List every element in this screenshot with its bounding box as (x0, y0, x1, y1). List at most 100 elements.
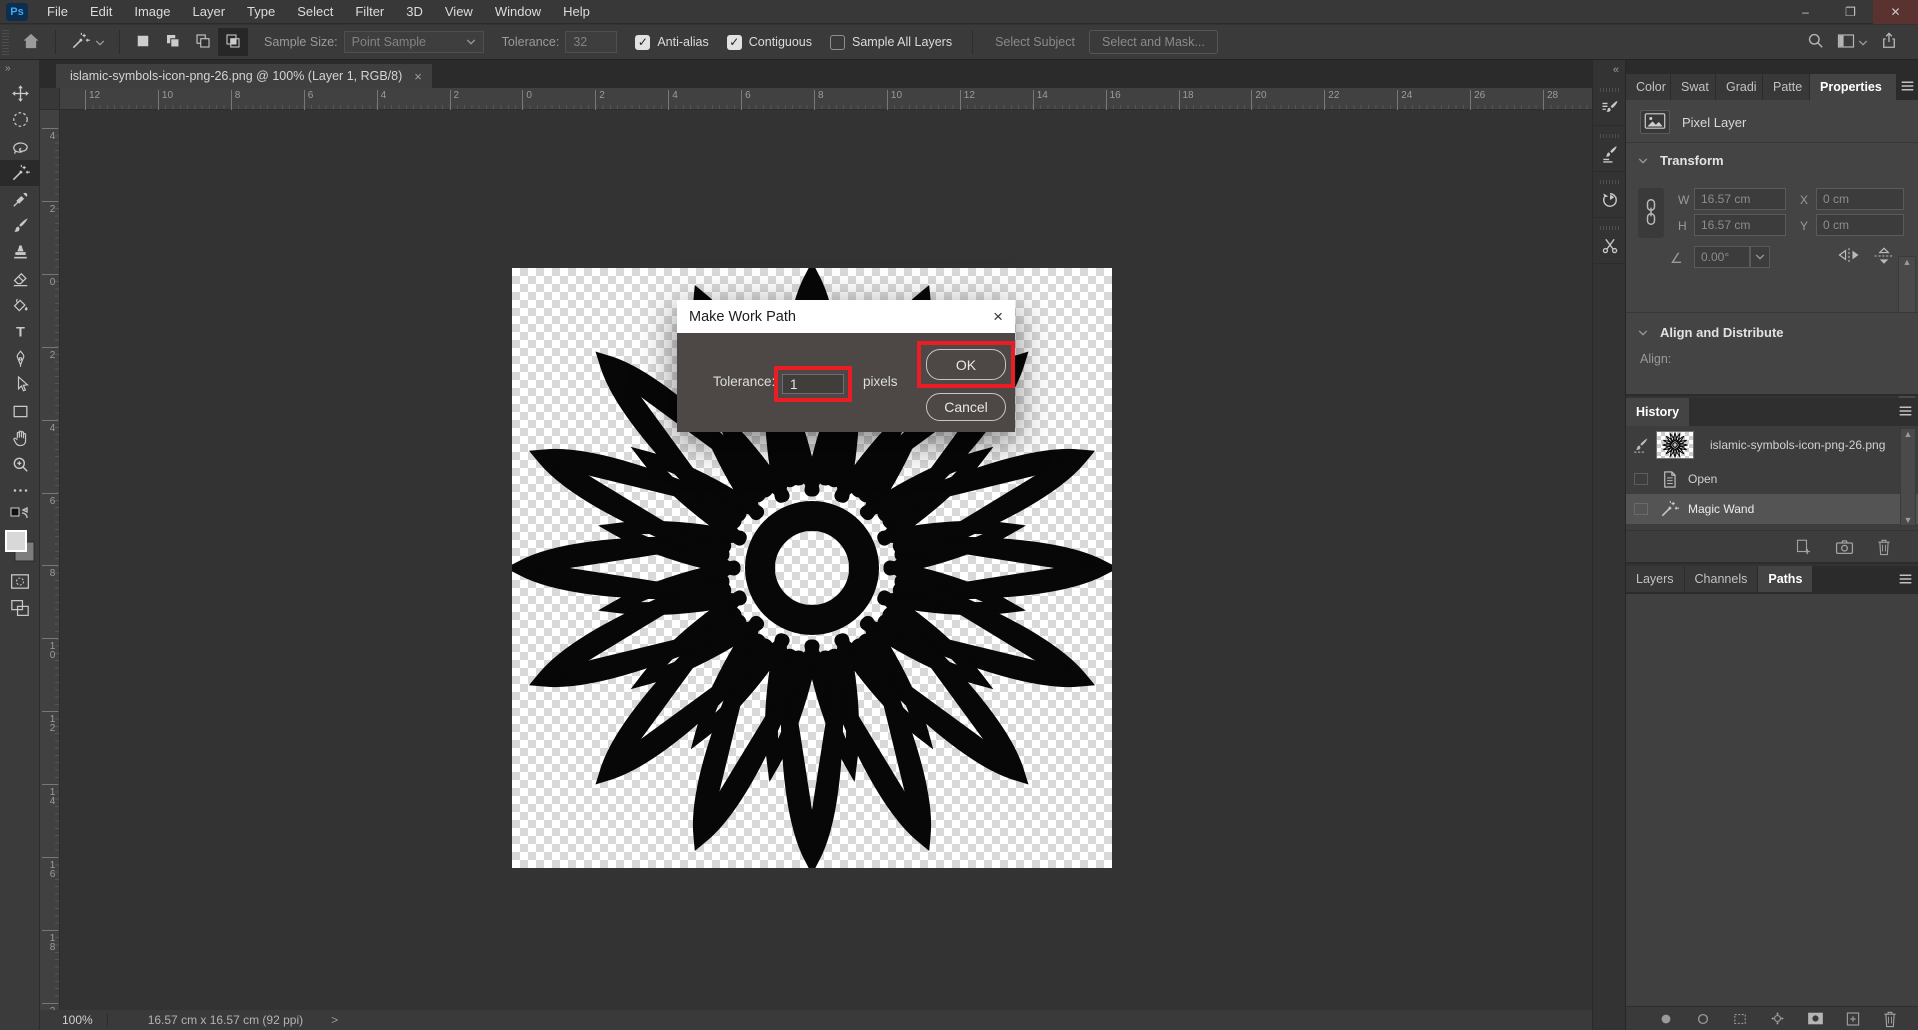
menu-select[interactable]: Select (286, 0, 344, 24)
zoom-level[interactable]: 100% (40, 1013, 107, 1027)
sample-size-dropdown[interactable]: Point Sample (344, 31, 484, 53)
tool-more-tools-icon[interactable] (0, 478, 40, 505)
dialog-close-icon[interactable]: × (993, 307, 1003, 327)
tool-paint-bucket-icon[interactable] (0, 292, 40, 319)
y-field[interactable]: 0 cm (1816, 214, 1904, 236)
tool-eraser-icon[interactable] (0, 266, 40, 293)
fill-path-icon[interactable] (1658, 1010, 1674, 1028)
tool-rectangle-icon[interactable] (0, 398, 40, 425)
paths-menu-icon[interactable] (1892, 566, 1918, 594)
home-icon[interactable] (15, 28, 47, 56)
make-work-path-icon[interactable] (1769, 1010, 1786, 1028)
tab-properties[interactable]: Properties (1810, 74, 1896, 100)
tab-paths[interactable]: Paths (1758, 566, 1812, 592)
tool-zoom-icon[interactable] (0, 451, 40, 478)
menu-file[interactable]: File (36, 0, 79, 24)
tab-gradi[interactable]: Gradi (1716, 74, 1762, 100)
checkbox-anti-alias[interactable]: ✓ (635, 35, 650, 50)
cancel-button[interactable]: Cancel (926, 393, 1006, 421)
menu-help[interactable]: Help (552, 0, 601, 24)
dock-history-icon[interactable] (1593, 172, 1627, 218)
stroke-path-icon[interactable] (1695, 1010, 1711, 1028)
dialog-title-bar[interactable]: Make Work Path × (677, 300, 1015, 333)
close-tab-icon[interactable]: × (414, 69, 422, 84)
restore-window-icon[interactable]: ❐ (1828, 0, 1873, 24)
dock-tool-presets-icon[interactable] (1593, 218, 1627, 264)
menu-filter[interactable]: Filter (344, 0, 395, 24)
flip-vertical-icon[interactable] (1872, 246, 1896, 269)
checkbox-contiguous[interactable]: ✓ (727, 35, 742, 50)
collapse-toolbar-icon[interactable]: » (0, 60, 39, 80)
history-brush-icon[interactable] (1626, 436, 1656, 454)
width-field[interactable]: 16.57 cm (1694, 188, 1786, 210)
expand-panels-icon[interactable]: « (1593, 60, 1625, 80)
history-item-open-state[interactable]: Open (1626, 464, 1918, 494)
add-selection-icon[interactable] (158, 28, 188, 56)
magic-wand-preset-icon[interactable] (64, 28, 111, 56)
checkbox-sample-all-layers[interactable] (830, 35, 845, 50)
new-path-icon[interactable] (1845, 1010, 1861, 1028)
tab-swat[interactable]: Swat (1671, 74, 1715, 100)
close-window-icon[interactable]: ✕ (1873, 0, 1918, 24)
align-section-header[interactable]: Align and Distribute (1626, 313, 1918, 344)
default-colors-icon[interactable] (0, 504, 40, 526)
tool-hand-icon[interactable] (0, 425, 40, 452)
ok-button[interactable]: OK (926, 349, 1006, 380)
flip-horizontal-icon[interactable] (1836, 246, 1862, 267)
tab-patte[interactable]: Patte (1763, 74, 1809, 100)
tab-color[interactable]: Color (1626, 74, 1670, 100)
tool-clone-stamp-icon[interactable] (0, 239, 40, 266)
history-scrollbar[interactable]: ▲▼ (1900, 428, 1916, 526)
search-icon[interactable] (1800, 28, 1831, 56)
menu-type[interactable]: Type (236, 0, 286, 24)
workspace-icon[interactable] (1831, 28, 1874, 56)
dock-brushes-icon[interactable] (1593, 126, 1627, 172)
load-selection-icon[interactable] (1732, 1010, 1748, 1028)
add-mask-icon[interactable] (1807, 1010, 1824, 1028)
tab-channels[interactable]: Channels (1685, 566, 1758, 592)
angle-field[interactable]: 0.00° (1694, 246, 1750, 268)
tool-eyedropper-icon[interactable] (0, 186, 40, 213)
tool-brush-icon[interactable] (0, 213, 40, 240)
history-item-magic-wand-state[interactable]: Magic Wand (1626, 494, 1918, 524)
menu-image[interactable]: Image (123, 0, 181, 24)
transform-section-header[interactable]: Transform (1626, 143, 1918, 172)
status-chevron-icon[interactable]: > (313, 1013, 338, 1027)
color-swatches[interactable] (0, 526, 40, 570)
delete-path-icon[interactable] (1882, 1010, 1898, 1028)
history-source-checkbox[interactable] (1634, 503, 1648, 515)
panel-menu-icon[interactable] (1897, 74, 1918, 100)
history-source-checkbox[interactable] (1634, 473, 1648, 485)
intersect-selection-icon[interactable] (218, 28, 248, 56)
select-and-mask-button[interactable]: Select and Mask... (1089, 30, 1218, 54)
tool-type-icon[interactable]: T (0, 319, 40, 346)
tool-path-select-icon[interactable] (0, 372, 40, 399)
tolerance-input[interactable]: 32 (565, 31, 617, 53)
menu-window[interactable]: Window (484, 0, 552, 24)
link-dimensions-icon[interactable] (1638, 188, 1664, 238)
tab-layers[interactable]: Layers (1626, 566, 1684, 592)
menu-edit[interactable]: Edit (79, 0, 123, 24)
new-selection-icon[interactable] (128, 28, 158, 56)
select-subject-button[interactable]: Select Subject (981, 35, 1089, 49)
tool-ellipse-marquee-icon[interactable] (0, 107, 40, 134)
screen-mode-icon[interactable] (0, 597, 40, 624)
minimize-window-icon[interactable]: – (1783, 0, 1828, 24)
paths-panel-body[interactable] (1626, 594, 1918, 1006)
new-doc-from-state-icon[interactable] (1794, 538, 1813, 556)
subtract-selection-icon[interactable] (188, 28, 218, 56)
quick-mask-icon[interactable] (0, 570, 40, 597)
tool-lasso-icon[interactable] (0, 133, 40, 160)
menu-view[interactable]: View (434, 0, 484, 24)
x-field[interactable]: 0 cm (1816, 188, 1904, 210)
history-item-snapshot[interactable]: islamic-symbols-icon-png-26.png (1626, 426, 1918, 464)
height-field[interactable]: 16.57 cm (1694, 214, 1786, 236)
share-icon[interactable] (1874, 28, 1904, 56)
menu-3d[interactable]: 3D (395, 0, 434, 24)
history-menu-icon[interactable] (1892, 398, 1918, 426)
delete-state-icon[interactable] (1876, 538, 1892, 556)
tool-magic-wand-icon[interactable] (0, 160, 40, 187)
document-tab[interactable]: islamic-symbols-icon-png-26.png @ 100% (… (56, 64, 432, 88)
tool-pen-icon[interactable] (0, 345, 40, 372)
dialog-tolerance-input[interactable]: 1 (782, 374, 844, 394)
